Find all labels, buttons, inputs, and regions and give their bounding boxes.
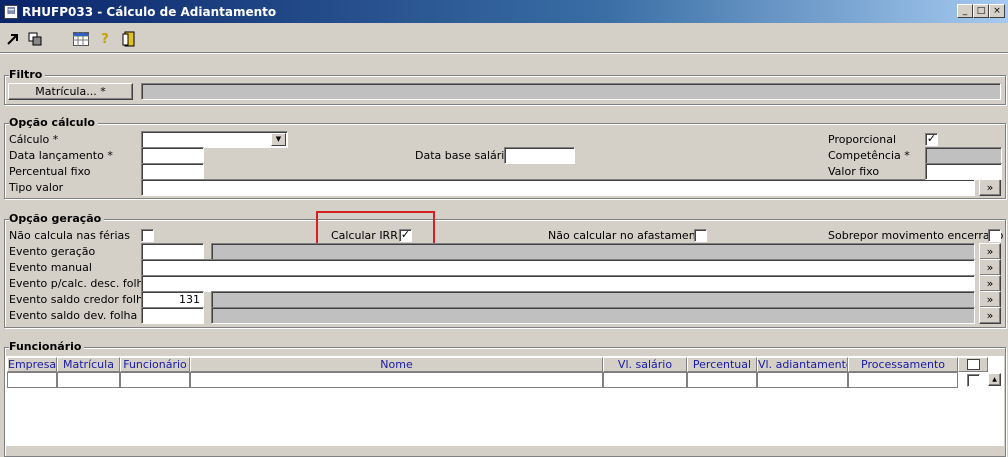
matricula-button[interactable]: Matrícula... * — [8, 83, 133, 100]
col-percentual[interactable]: Percentual — [687, 357, 757, 372]
nao-calcular-afastamento-checkbox[interactable] — [694, 229, 707, 242]
maximize-button[interactable]: □ — [973, 4, 989, 18]
opcao-calculo-title: Opção cálculo — [9, 116, 98, 129]
evento-saldo-credor-label: Evento saldo credor folha — [9, 293, 150, 306]
select-all-checkbox[interactable] — [967, 359, 980, 370]
col-matricula[interactable]: Matrícula — [57, 357, 120, 372]
evento-saldo-dev-code[interactable] — [141, 307, 204, 324]
data-lancamento-label: Data lançamento * — [9, 149, 113, 162]
exit-door-icon[interactable] — [120, 30, 138, 48]
evento-calc-desc-lookup-button[interactable]: » — [979, 275, 1001, 292]
window-title: RHUFP033 - Cálculo de Adiantamento — [22, 4, 277, 19]
chevron-down-icon[interactable]: ▼ — [271, 133, 286, 146]
col-vl-adiantamento[interactable]: Vl. adiantamento — [757, 357, 848, 372]
evento-geracao-desc — [211, 243, 975, 260]
cell-processamento[interactable] — [848, 372, 958, 388]
copy-icon[interactable] — [26, 30, 44, 48]
evento-geracao-code[interactable] — [141, 243, 204, 260]
proporcional-checkbox[interactable]: ✓ — [925, 133, 938, 146]
cell-nome[interactable] — [190, 372, 603, 388]
export-icon[interactable] — [4, 30, 22, 48]
select-all-header[interactable] — [958, 357, 988, 372]
competencia-field[interactable] — [925, 147, 1002, 164]
evento-saldo-dev-desc — [211, 307, 975, 324]
evento-calc-desc-label: Evento p/calc. desc. folha — [9, 277, 151, 290]
tipo-valor-label: Tipo valor — [9, 181, 64, 194]
nao-calcular-afastamento-label: Não calcular no afastamento — [548, 229, 707, 242]
competencia-label: Competência * — [828, 149, 910, 162]
tipo-valor-field[interactable] — [141, 179, 975, 196]
help-icon[interactable]: ? — [96, 30, 114, 48]
evento-manual-lookup-button[interactable]: » — [979, 259, 1001, 276]
tipo-valor-lookup-button[interactable]: » — [979, 179, 1001, 196]
title-bar: ▤ RHUFP033 - Cálculo de Adiantamento — [0, 0, 1008, 23]
proporcional-label: Proporcional — [828, 133, 897, 146]
col-vl-salario[interactable]: Vl. salário — [603, 357, 687, 372]
valor-fixo-label: Valor fixo — [828, 165, 880, 178]
row-checkbox[interactable] — [967, 374, 980, 387]
cell-vl-adiantamento[interactable] — [757, 372, 848, 388]
app-icon[interactable]: ▤ — [4, 4, 18, 19]
valor-fixo-field[interactable] — [925, 163, 1002, 180]
col-nome[interactable]: Nome — [190, 357, 603, 372]
evento-saldo-credor-lookup-button[interactable]: » — [979, 291, 1001, 308]
data-base-salario-field[interactable] — [504, 147, 575, 164]
sobrepor-label: Sobrepor movimento encerrado — [828, 229, 1004, 242]
evento-geracao-label: Evento geração — [9, 245, 96, 258]
matricula-field[interactable] — [141, 83, 1001, 100]
evento-geracao-lookup-button[interactable]: » — [979, 243, 1001, 260]
col-empresa[interactable]: Empresa — [7, 357, 57, 372]
toolbar-separator — [0, 52, 1008, 54]
data-base-salario-label: Data base salário — [415, 149, 512, 162]
cell-matricula[interactable] — [57, 372, 120, 388]
evento-saldo-dev-label: Evento saldo dev. folha — [9, 309, 138, 322]
calculo-select[interactable]: ▼ — [141, 131, 288, 148]
nao-calcula-ferias-label: Não calcula nas férias — [9, 229, 130, 242]
minimize-button[interactable]: _ — [957, 4, 973, 18]
evento-manual-field[interactable] — [141, 259, 975, 276]
calendar-grid-icon[interactable] — [72, 30, 90, 48]
cell-funcionario[interactable] — [120, 372, 190, 388]
evento-saldo-dev-lookup-button[interactable]: » — [979, 307, 1001, 324]
evento-saldo-credor-desc — [211, 291, 975, 308]
data-lancamento-field[interactable] — [141, 147, 204, 164]
filtro-title: Filtro — [9, 68, 46, 81]
opcao-geracao-title: Opção geração — [9, 212, 105, 225]
cell-percentual[interactable] — [687, 372, 757, 388]
col-funcionario[interactable]: Funcionário — [120, 357, 190, 372]
cell-empresa[interactable] — [7, 372, 57, 388]
calculo-label: Cálculo * — [9, 133, 59, 146]
percentual-fixo-field[interactable] — [141, 163, 204, 180]
sobrepor-checkbox[interactable] — [988, 229, 1001, 242]
percentual-fixo-label: Percentual fixo — [9, 165, 91, 178]
col-processamento[interactable]: Processamento — [848, 357, 958, 372]
nao-calcula-ferias-checkbox[interactable] — [141, 229, 154, 242]
evento-calc-desc-field[interactable] — [141, 275, 975, 292]
scroll-up-button[interactable]: ▲ — [988, 373, 1001, 386]
cell-vl-salario[interactable] — [603, 372, 687, 388]
close-button[interactable]: × — [989, 4, 1005, 18]
evento-manual-label: Evento manual — [9, 261, 92, 274]
evento-saldo-credor-code[interactable]: 131 — [141, 291, 204, 308]
funcionario-title: Funcionário — [9, 340, 85, 353]
